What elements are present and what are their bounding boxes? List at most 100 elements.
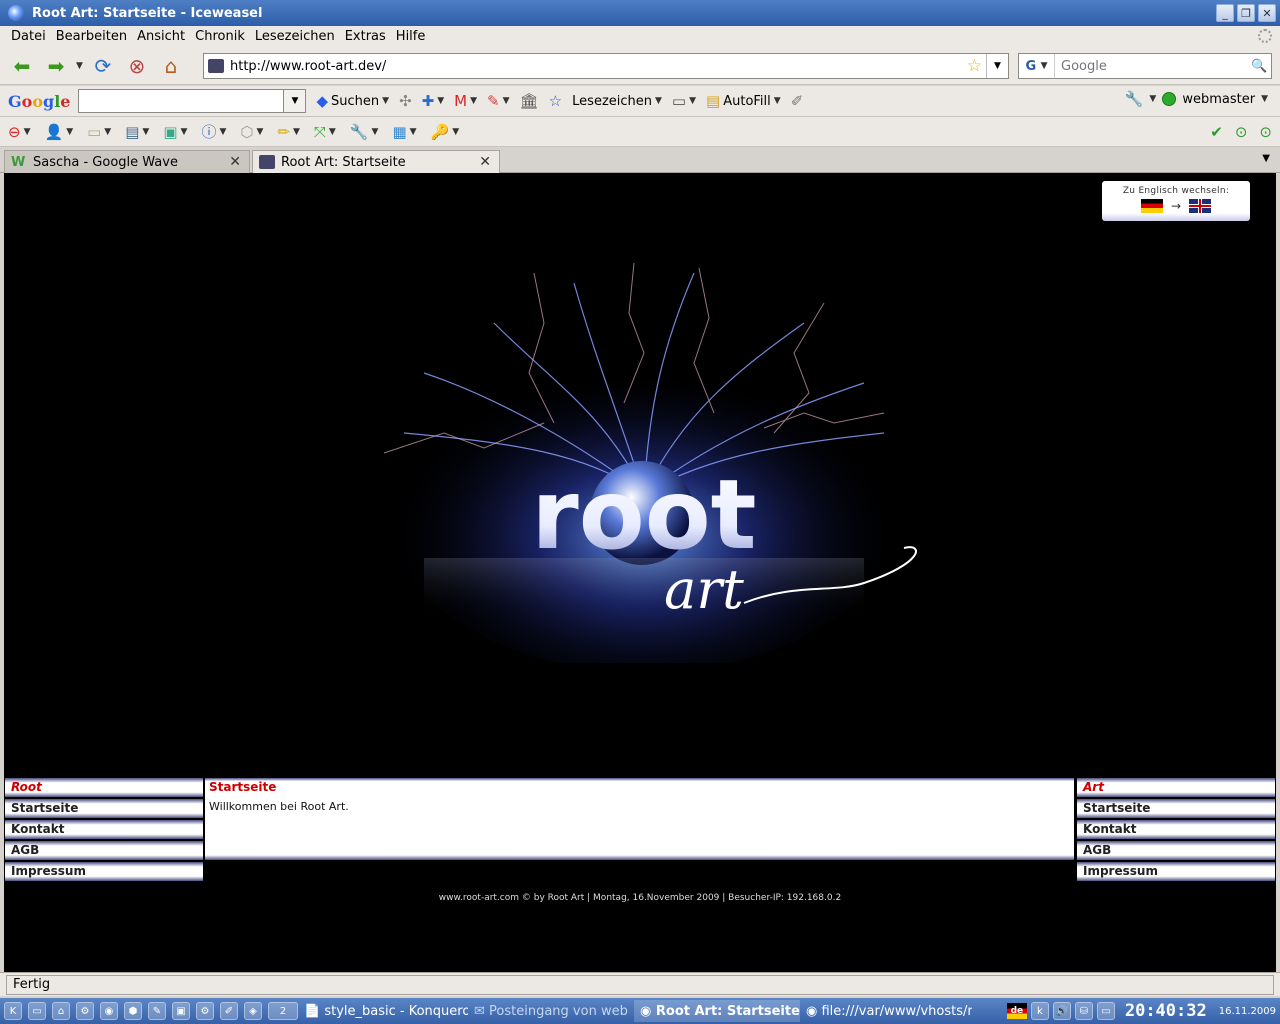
- search-icon[interactable]: 🔍: [1251, 59, 1271, 74]
- bank-icon[interactable]: 🏛: [520, 92, 539, 110]
- forms-icon[interactable]: ▤ ▼: [125, 123, 149, 141]
- browser-icon[interactable]: ◉: [100, 1002, 118, 1020]
- task-file-browser[interactable]: ◉ file:///var/www/vhosts/ro: [800, 1000, 972, 1022]
- menu-extras[interactable]: Extras: [340, 29, 391, 44]
- english-flag-icon[interactable]: [1189, 199, 1212, 213]
- forward-button[interactable]: ➡: [42, 52, 70, 80]
- tab-root-art[interactable]: Root Art: Startseite ✕: [252, 150, 500, 173]
- back-button[interactable]: ⬅: [8, 52, 36, 80]
- account-button[interactable]: webmaster: [1182, 92, 1255, 107]
- close-window-button[interactable]: ✕: [1258, 4, 1276, 22]
- wrench-icon[interactable]: 🔧: [1125, 90, 1144, 108]
- css-valid-icon[interactable]: ⊙: [1235, 123, 1248, 141]
- right-menu-startseite[interactable]: Startseite: [1077, 799, 1275, 818]
- notes-icon[interactable]: ✐: [220, 1002, 238, 1020]
- task-root-art[interactable]: ◉ Root Art: Startseite: [634, 1000, 800, 1022]
- google-search-dropdown-icon[interactable]: ▼: [284, 89, 307, 113]
- validation-ok-icon[interactable]: ✔: [1210, 123, 1223, 141]
- navigation-toolbar: ⬅ ➡ ▼ ⟳ ⊗ ⌂ http://www.root-art.dev/ ☆ ▼…: [0, 47, 1280, 85]
- logo-root-text: root: [531, 459, 756, 571]
- home-button[interactable]: ⌂: [157, 52, 185, 80]
- right-menu: Art Startseite Kontakt AGB Impressum: [1077, 778, 1275, 883]
- menu-ansicht[interactable]: Ansicht: [132, 29, 190, 44]
- keyboard-layout-indicator[interactable]: de: [1006, 1003, 1027, 1019]
- html-valid-icon[interactable]: ⊙: [1259, 123, 1272, 141]
- kde-menu-icon[interactable]: K: [4, 1002, 22, 1020]
- tools-icon[interactable]: 🔧 ▼: [350, 123, 379, 141]
- content-body: Willkommen bei Root Art.: [209, 800, 349, 813]
- page-viewport: Zu Englisch wechseln: → root art Root St…: [4, 173, 1276, 972]
- google-search-input[interactable]: [78, 89, 285, 113]
- network-tray-icon[interactable]: ⛁: [1074, 1002, 1093, 1020]
- close-tab-icon[interactable]: ✕: [479, 154, 491, 170]
- spellcheck-icon[interactable]: ▭ ▼: [672, 92, 696, 110]
- app-launcher-icon[interactable]: ◈: [244, 1002, 262, 1020]
- right-menu-kontakt[interactable]: Kontakt: [1077, 820, 1275, 839]
- menu-datei[interactable]: Datei: [6, 29, 51, 44]
- settings-icon[interactable]: ⚙: [196, 1002, 214, 1020]
- maximize-button[interactable]: ❐: [1237, 4, 1255, 22]
- left-menu-startseite[interactable]: Startseite: [5, 799, 203, 818]
- tab-bar: W Sascha - Google Wave ✕ Root Art: Start…: [0, 147, 1280, 173]
- bookmark-star-icon[interactable]: ☆: [967, 56, 982, 76]
- eraser-icon[interactable]: ✐: [791, 92, 804, 110]
- clock: 20:40:32: [1124, 1001, 1207, 1021]
- outline-icon[interactable]: ✏ ▼: [277, 123, 300, 141]
- language-switch-label: Zu Englisch wechseln:: [1122, 186, 1230, 196]
- css-icon[interactable]: ▭ ▼: [87, 123, 111, 141]
- display-tray-icon[interactable]: ▭: [1096, 1002, 1115, 1020]
- german-flag-icon[interactable]: [1140, 199, 1163, 213]
- resize-icon[interactable]: ⤧ ▼: [314, 123, 336, 141]
- terminal-icon[interactable]: ▭: [28, 1002, 46, 1020]
- cookies-icon[interactable]: 👤 ▼: [45, 123, 74, 141]
- gmail-icon[interactable]: M ▼: [454, 92, 477, 110]
- tab-list-icon[interactable]: ▼: [1262, 153, 1270, 164]
- google-search-button[interactable]: ◆ Suchen ▼: [316, 92, 389, 110]
- share-icon[interactable]: ✎ ▼: [487, 92, 510, 110]
- editor-icon[interactable]: ✎: [148, 1002, 166, 1020]
- autofill-button[interactable]: ▤ AutoFill ▼: [706, 92, 781, 110]
- sidewiki-icon[interactable]: ✣: [399, 92, 412, 110]
- url-bar[interactable]: http://www.root-art.dev/ ☆ ▼: [203, 53, 1009, 79]
- pager-icon[interactable]: 2: [268, 1002, 298, 1020]
- monitor-icon[interactable]: ▣: [172, 1002, 190, 1020]
- search-input[interactable]: [1055, 58, 1251, 74]
- history-dropdown-icon[interactable]: ▼: [76, 61, 83, 71]
- menu-hilfe[interactable]: Hilfe: [391, 29, 431, 44]
- google-logo: Google: [8, 91, 71, 111]
- minimize-button[interactable]: _: [1216, 4, 1234, 22]
- url-dropdown-icon[interactable]: ▼: [986, 54, 1008, 78]
- package-icon[interactable]: ⬢: [124, 1002, 142, 1020]
- menu-lesezeichen[interactable]: Lesezeichen: [250, 29, 340, 44]
- left-menu-impressum[interactable]: Impressum: [5, 862, 203, 881]
- options-icon[interactable]: 🔑 ▼: [431, 123, 460, 141]
- view-source-icon[interactable]: ▦ ▼: [392, 123, 416, 141]
- home-folder-icon[interactable]: ⌂: [52, 1002, 70, 1020]
- information-icon[interactable]: ⓘ ▼: [201, 121, 226, 142]
- bookmarks-button[interactable]: ☆ Lesezeichen ▼: [549, 92, 662, 110]
- network-icon[interactable]: ⚙: [76, 1002, 94, 1020]
- images-icon[interactable]: ▣ ▼: [163, 123, 187, 141]
- task-posteingang[interactable]: ✉ Posteingang von web: [468, 1000, 634, 1022]
- miscellaneous-icon[interactable]: ⬡ ▼: [240, 123, 263, 141]
- reload-button[interactable]: ⟳: [89, 52, 117, 80]
- tab-google-wave[interactable]: W Sascha - Google Wave ✕: [4, 150, 250, 173]
- left-menu-kontakt[interactable]: Kontakt: [5, 820, 203, 839]
- close-tab-icon[interactable]: ✕: [229, 154, 241, 170]
- disable-icon[interactable]: ⊖ ▼: [8, 123, 31, 141]
- left-menu: Root Startseite Kontakt AGB Impressum: [5, 778, 203, 883]
- stop-button[interactable]: ⊗: [123, 52, 151, 80]
- volume-icon[interactable]: 🔊: [1052, 1002, 1071, 1020]
- right-menu-impressum[interactable]: Impressum: [1077, 862, 1275, 881]
- clipboard-icon[interactable]: k: [1030, 1002, 1049, 1020]
- menu-chronik[interactable]: Chronik: [190, 29, 250, 44]
- left-menu-agb[interactable]: AGB: [5, 841, 203, 860]
- url-input[interactable]: http://www.root-art.dev/: [230, 59, 967, 74]
- task-konqueror[interactable]: 📄 style_basic - Konqueror: [298, 1000, 468, 1022]
- right-menu-agb[interactable]: AGB: [1077, 841, 1275, 860]
- search-bar[interactable]: G ▼ 🔍: [1018, 53, 1272, 79]
- plus-icon[interactable]: ✚ ▼: [422, 92, 445, 110]
- menu-bearbeiten[interactable]: Bearbeiten: [51, 29, 132, 44]
- search-engine-icon[interactable]: G ▼: [1019, 54, 1055, 78]
- site-favicon-icon: [208, 59, 224, 73]
